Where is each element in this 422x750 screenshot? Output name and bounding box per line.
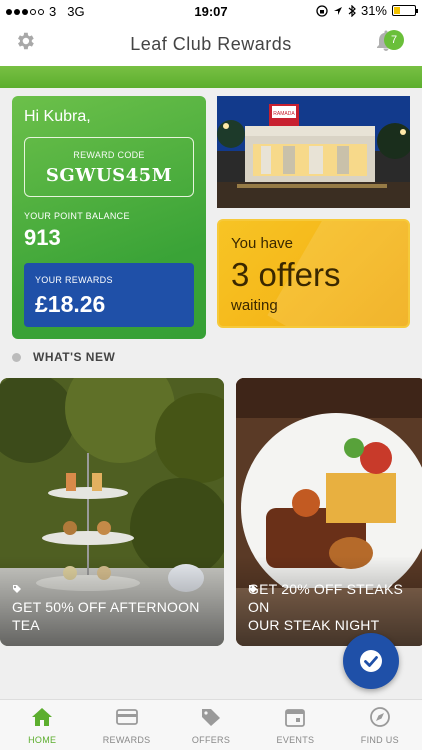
greeting: Hi Kubra, <box>24 108 91 125</box>
news-card-afternoon-tea[interactable]: GET 50% OFF AFTERNOON TEA <box>0 378 224 646</box>
reward-card[interactable]: Hi Kubra, REWARD CODE SGWUS45M YOUR POIN… <box>12 96 206 339</box>
your-rewards-box[interactable]: YOUR REWARDS £18.26 <box>24 263 194 327</box>
your-rewards-label: YOUR REWARDS <box>35 275 113 285</box>
tab-label: HOME <box>28 735 57 745</box>
whats-new-header: WHAT'S NEW <box>12 350 115 364</box>
news-card-steak-night[interactable]: GET 20% OFF STEAKS ON OUR STEAK NIGHT <box>236 378 422 646</box>
news-caption-line: TEA <box>12 617 40 633</box>
tag-icon <box>13 585 21 593</box>
point-balance: 913 <box>24 225 61 250</box>
point-balance-label: YOUR POINT BALANCE <box>24 211 130 221</box>
battery-icon <box>392 5 418 16</box>
hotel-sign: RAMADA <box>273 111 295 117</box>
card-icon <box>115 709 138 725</box>
header-accent-bar <box>0 66 422 88</box>
tab-label: OFFERS <box>191 735 231 745</box>
home-icon <box>32 708 53 726</box>
tab-label: EVENTS <box>276 735 315 745</box>
notification-badge[interactable]: 7 <box>384 30 404 50</box>
whats-new-title: WHAT'S NEW <box>33 350 116 364</box>
hotel-illustration: RAMADA <box>217 96 410 208</box>
reward-code-box: REWARD CODE SGWUS45M <box>24 137 194 197</box>
calendar-icon <box>285 709 306 727</box>
battery-percent: 31% <box>360 3 387 18</box>
bullet-icon <box>12 352 21 362</box>
bluetooth-icon <box>348 4 356 17</box>
news-caption: GET 20% OFF STEAKS ON OUR STEAK NIGHT <box>248 580 422 634</box>
status-bar: 3 3G 19:07 31% <box>0 0 422 22</box>
reward-code-label: REWARD CODE <box>73 150 145 160</box>
tab-bar: HOME REWARDS OFFERS EVENTS FIND US <box>0 699 422 750</box>
offers-card[interactable]: You have 3 offers waiting <box>217 219 410 328</box>
check-in-button[interactable] <box>343 633 399 689</box>
tab-home[interactable]: HOME <box>0 700 84 750</box>
app-header: Leaf Club Rewards 7 <box>0 22 422 66</box>
your-rewards-value: £18.26 <box>35 291 106 317</box>
orientation-lock-icon <box>316 4 328 17</box>
check-circle-icon <box>360 650 382 672</box>
compass-icon <box>369 707 390 727</box>
location-icon <box>333 6 342 15</box>
news-caption-line: GET 20% OFF STEAKS ON <box>248 581 404 615</box>
offers-line-1: You have <box>231 235 294 252</box>
page-title: Leaf Club Rewards <box>130 34 292 54</box>
news-caption: GET 50% OFF AFTERNOON TEA <box>12 598 200 634</box>
tab-rewards[interactable]: REWARDS <box>84 700 168 750</box>
tab-find-us[interactable]: FIND US <box>338 700 422 750</box>
tab-label: REWARDS <box>102 735 151 745</box>
hotel-photo: RAMADA <box>217 96 410 208</box>
status-icons: 31% <box>316 3 418 18</box>
tab-offers[interactable]: OFFERS <box>169 700 253 750</box>
offers-line-3: waiting <box>231 297 278 314</box>
tab-label: FIND US <box>360 735 399 745</box>
tag-icon <box>202 709 221 726</box>
tab-events[interactable]: EVENTS <box>253 700 337 750</box>
reward-code: SGWUS45M <box>45 165 173 186</box>
news-caption-line: GET 50% OFF AFTERNOON <box>12 599 200 615</box>
offers-count: 3 offers <box>231 256 341 293</box>
news-caption-line: OUR STEAK NIGHT <box>248 617 380 633</box>
